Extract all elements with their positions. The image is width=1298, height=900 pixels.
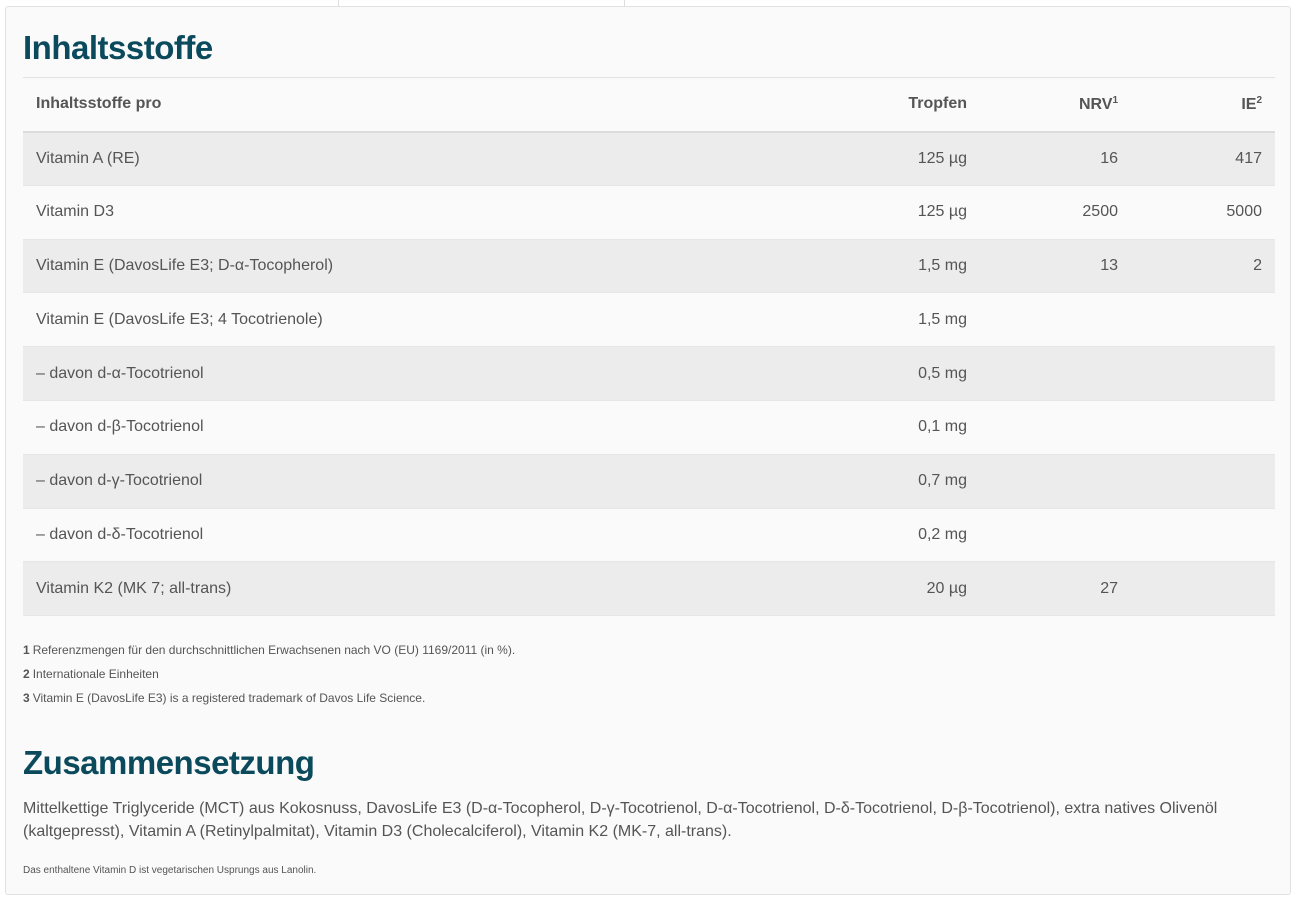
composition-text: Mittelkettige Triglyceride (MCT) aus Kok… xyxy=(23,800,1218,840)
footnote-3: 3 Vitamin E (DavosLife E3) is a registere… xyxy=(23,691,426,705)
ie-footnote-ref: 2 xyxy=(1256,94,1262,106)
cell-ingredient-name: Vitamin A (RE) xyxy=(23,131,763,186)
table-row: – davon d-δ-Tocotrienol 0,2 mg xyxy=(23,508,1275,563)
composition-title: Zusammensetzung xyxy=(23,744,315,781)
cell-nrv xyxy=(980,400,1131,455)
cell-ingredient-name: Vitamin K2 (MK 7; all-trans) xyxy=(23,561,763,617)
cell-ie xyxy=(1131,292,1275,348)
cell-ie: 5000 xyxy=(1131,185,1275,240)
cell-drops: 0,2 mg xyxy=(763,508,980,563)
ingredients-title: Inhaltsstoffe xyxy=(23,29,213,66)
table-row: Vitamin D3 125 µg 2500 5000 xyxy=(23,185,1275,240)
footnote-2: 2 Internationale Einheiten xyxy=(23,667,159,681)
table-row: Vitamin A (RE) 125 µg 16 417 xyxy=(23,131,1275,186)
cell-drops: 1,5 mg xyxy=(763,239,980,294)
table-header-row: Inhaltsstoffe pro Tropfen NRV1 IE2 xyxy=(23,77,1275,133)
footnotes: 1 Referenzmengen für den durchschnittlich… xyxy=(23,638,515,710)
table-row: Vitamin E (DavosLife E3; D-α-Tocopherol)… xyxy=(23,239,1275,294)
cell-ie xyxy=(1131,346,1275,401)
cell-nrv: 27 xyxy=(980,561,1131,617)
cell-ingredient-name: – davon d-γ-Tocotrienol xyxy=(23,454,763,509)
table-row: Vitamin E (DavosLife E3; 4 Tocotrienole)… xyxy=(23,292,1275,348)
cell-nrv: 13 xyxy=(980,239,1131,294)
cell-nrv xyxy=(980,346,1131,401)
cell-ingredient-name: – davon d-β-Tocotrienol xyxy=(23,400,763,455)
cell-nrv xyxy=(980,454,1131,509)
cell-drops: 1,5 mg xyxy=(763,292,980,348)
cell-drops: 20 µg xyxy=(763,561,980,617)
product-details-panel: Inhaltsstoffe Inhaltsstoffe pro Tropfen … xyxy=(5,6,1291,895)
nrv-footnote-ref: 1 xyxy=(1112,94,1118,106)
vitamin-d-origin-note: Das enthaltene Vitamin D ist vegetarisch… xyxy=(23,865,317,876)
table-row: – davon d-β-Tocotrienol 0,1 mg xyxy=(23,400,1275,455)
cell-ie xyxy=(1131,561,1275,617)
cell-drops: 0,7 mg xyxy=(763,454,980,509)
footnote-1: 1 Referenzmengen für den durchschnittlich… xyxy=(23,643,516,657)
cell-ingredient-name: Vitamin D3 xyxy=(23,185,763,240)
cell-drops: 0,5 mg xyxy=(763,346,980,401)
cell-ie xyxy=(1131,454,1275,509)
cell-ie: 2 xyxy=(1131,239,1275,294)
header-nrv: NRV1 xyxy=(980,77,1131,133)
cell-ingredient-name: – davon d-δ-Tocotrienol xyxy=(23,508,763,563)
cell-ie: 417 xyxy=(1131,131,1275,186)
header-ie: IE2 xyxy=(1131,77,1275,133)
table-row: – davon d-α-Tocotrienol 0,5 mg xyxy=(23,346,1275,401)
cell-ingredient-name: Vitamin E (DavosLife E3; 4 Tocotrienole) xyxy=(23,292,763,348)
table-row: Vitamin K2 (MK 7; all-trans) 20 µg 27 xyxy=(23,561,1275,617)
header-ingredient: Inhaltsstoffe pro xyxy=(23,77,763,133)
cell-ie xyxy=(1131,508,1275,563)
cell-nrv xyxy=(980,292,1131,348)
cell-nrv: 16 xyxy=(980,131,1131,186)
cell-nrv xyxy=(980,508,1131,563)
cell-drops: 125 µg xyxy=(763,131,980,186)
ingredients-table: Inhaltsstoffe pro Tropfen NRV1 IE2 Vitam… xyxy=(23,77,1275,617)
cell-drops: 125 µg xyxy=(763,185,980,240)
header-drops: Tropfen xyxy=(763,77,980,133)
cell-ie xyxy=(1131,400,1275,455)
cell-ingredient-name: Vitamin E (DavosLife E3; D-α-Tocopherol) xyxy=(23,239,763,294)
cell-ingredient-name: – davon d-α-Tocotrienol xyxy=(23,346,763,401)
cell-drops: 0,1 mg xyxy=(763,400,980,455)
cell-nrv: 2500 xyxy=(980,185,1131,240)
table-row: – davon d-γ-Tocotrienol 0,7 mg xyxy=(23,454,1275,509)
